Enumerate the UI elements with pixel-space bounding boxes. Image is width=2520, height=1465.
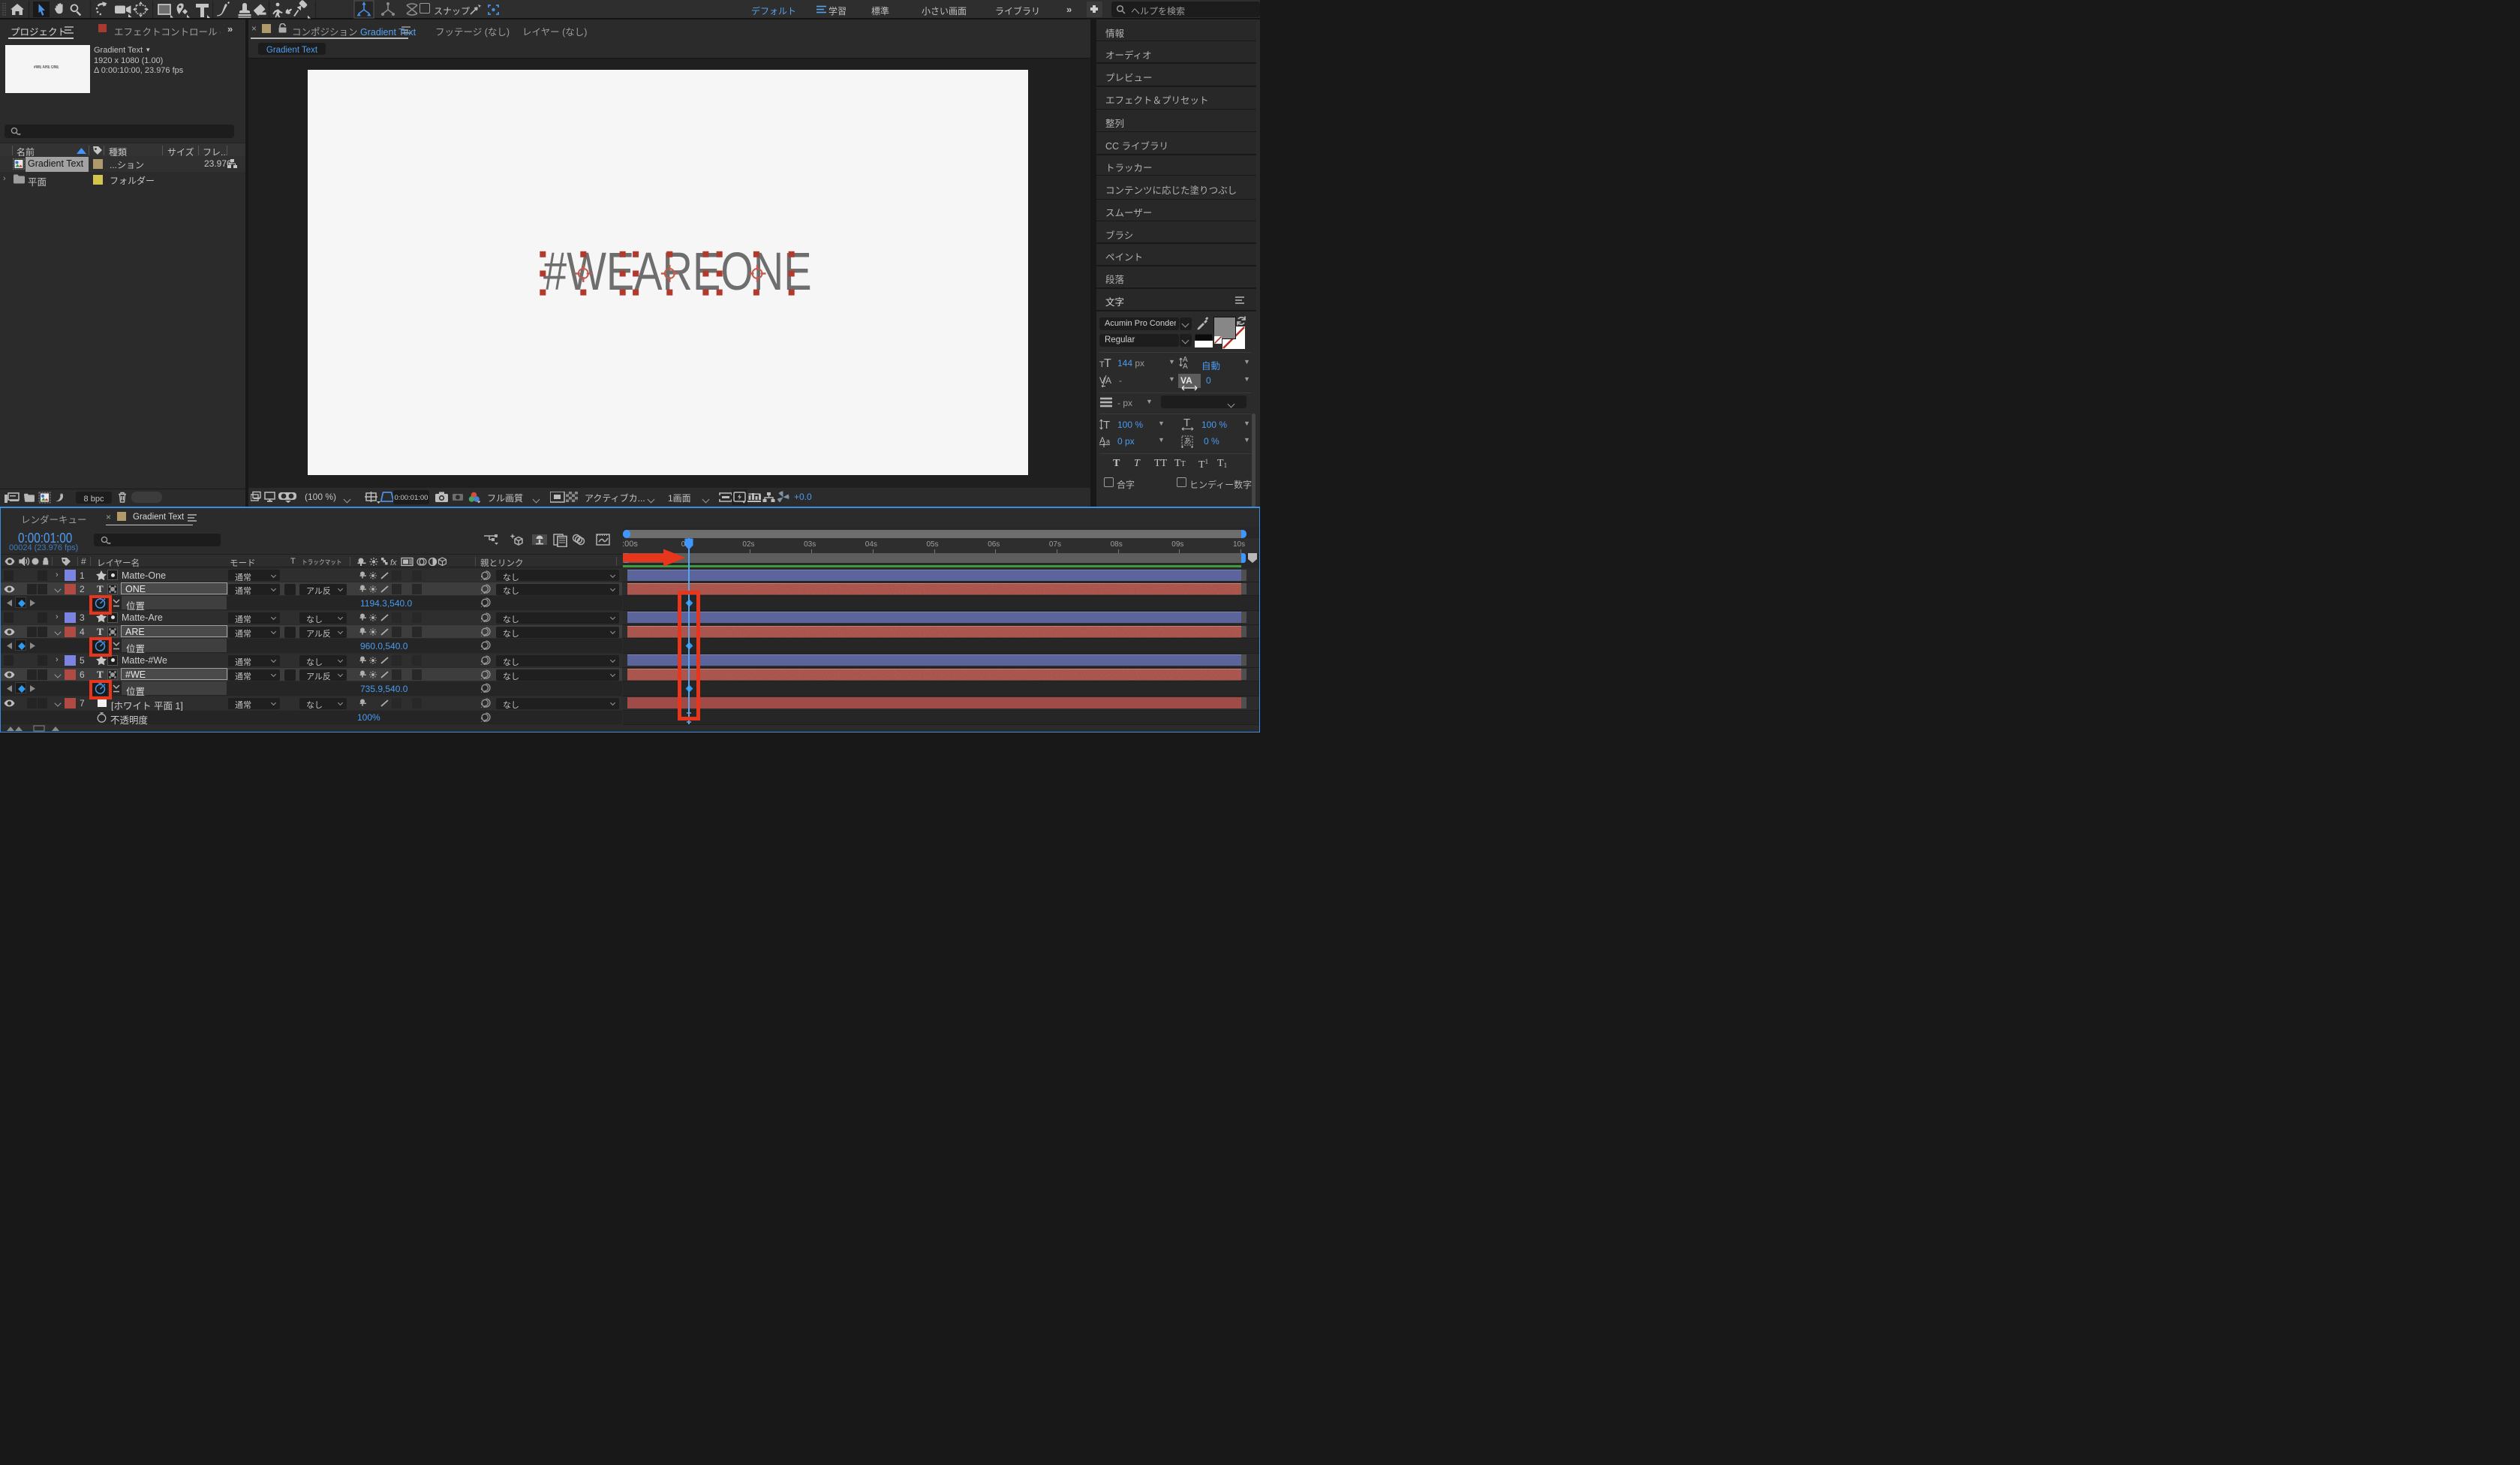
svg-text:T: T	[1104, 357, 1111, 368]
svg-text:A: A	[1105, 375, 1111, 386]
svg-text:T: T	[1103, 419, 1110, 431]
svg-text:あ: あ	[1184, 437, 1192, 446]
svg-text:T: T	[1183, 418, 1190, 429]
svg-text:a: a	[1106, 438, 1110, 445]
svg-text:fx: fx	[390, 558, 397, 567]
svg-text:A: A	[1183, 362, 1188, 369]
